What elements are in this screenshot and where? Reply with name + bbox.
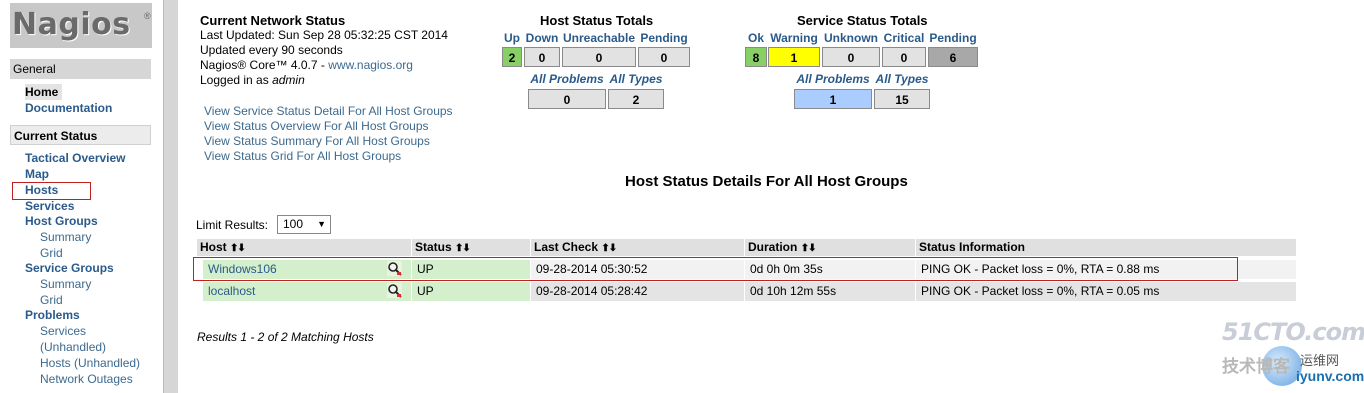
sidebar-item-host-groups-summary[interactable]: Summary <box>40 229 91 245</box>
sort-arrows-icon[interactable]: ⬆⬇ <box>801 243 817 254</box>
search-services-icon[interactable] <box>387 283 402 298</box>
host-status-details-title: Host Status Details For All Host Groups <box>625 173 908 190</box>
nagios-logo[interactable]: Nagios ® <box>10 3 152 48</box>
service-header-critical[interactable]: Critical <box>882 31 926 45</box>
host-pending-count[interactable]: 0 <box>638 47 690 67</box>
column-header-status[interactable]: Status ⬆⬇ <box>412 239 530 256</box>
host-all-types-header[interactable]: All Types <box>608 72 664 86</box>
sidebar-item-tactical-overview[interactable]: Tactical Overview <box>25 150 126 166</box>
update-interval-text: Updated every 90 seconds <box>200 43 343 57</box>
host-header-pending[interactable]: Pending <box>638 31 690 45</box>
view-status-grid-link[interactable]: View Status Grid For All Host Groups <box>204 149 401 164</box>
dropdown-arrow-icon: ▼ <box>317 219 326 229</box>
sidebar-item-map[interactable]: Map <box>25 166 49 182</box>
sidebar-item-service-groups[interactable]: Service Groups <box>25 260 114 276</box>
host-all-types-count[interactable]: 2 <box>608 89 664 109</box>
sort-arrows-icon[interactable]: ⬆⬇ <box>230 243 246 254</box>
table-row-duration-cell: 0d 10h 12m 55s <box>745 282 915 301</box>
host-all-problems-count[interactable]: 0 <box>528 89 606 109</box>
service-warning-count[interactable]: 1 <box>768 47 820 67</box>
host-link[interactable]: localhost <box>208 284 255 298</box>
service-all-types-header[interactable]: All Types <box>874 72 930 86</box>
table-row-host-cell: localhost <box>203 282 411 301</box>
service-all-problems-count[interactable]: 1 <box>794 89 872 109</box>
service-critical-count[interactable]: 0 <box>882 47 926 67</box>
sidebar-item-services[interactable]: Services <box>25 198 74 214</box>
logo-registered: ® <box>144 11 151 21</box>
watermark-yunwei: 运维网 <box>1300 353 1340 368</box>
column-header-status-information: Status Information <box>916 239 1296 256</box>
limit-results-label: Limit Results: <box>196 218 269 232</box>
host-unreachable-count[interactable]: 0 <box>562 47 636 67</box>
current-network-status-title: Current Network Status <box>200 13 346 28</box>
limit-results-select[interactable]: 100 ▼ <box>277 215 331 234</box>
column-header-status-label: Status <box>415 240 452 254</box>
host-header-up[interactable]: Up <box>502 31 522 45</box>
view-status-summary-link[interactable]: View Status Summary For All Host Groups <box>204 134 430 149</box>
column-header-status-information-label: Status Information <box>919 240 1026 254</box>
sidebar-item-problem-services[interactable]: Services <box>40 323 86 339</box>
table-row-status-cell: UP <box>412 282 530 301</box>
nagios-website-link[interactable]: www.nagios.org <box>328 58 413 72</box>
watermark-51cto: 51CTO.com <box>1222 318 1364 346</box>
last-updated-text: Last Updated: Sun Sep 28 05:32:25 CST 20… <box>200 28 448 42</box>
results-count-text: Results 1 - 2 of 2 Matching Hosts <box>197 330 374 344</box>
watermark-iyunv: iyunv.com <box>1296 368 1364 384</box>
host-header-unreachable[interactable]: Unreachable <box>562 31 636 45</box>
sidebar: Nagios ® General Home Documentation Curr… <box>0 0 160 393</box>
sidebar-item-documentation[interactable]: Documentation <box>25 100 112 116</box>
service-all-types-count[interactable]: 15 <box>874 89 930 109</box>
row-highlight-box <box>193 257 1238 281</box>
logged-in-text: Logged in as <box>200 73 273 87</box>
sidebar-item-service-groups-grid[interactable]: Grid <box>40 292 63 308</box>
core-version-text: Nagios® Core™ 4.0.7 - <box>200 58 329 72</box>
sort-arrows-icon[interactable]: ⬆⬇ <box>601 243 617 254</box>
column-header-duration[interactable]: Duration ⬆⬇ <box>745 239 915 256</box>
core-version-line: Nagios® Core™ 4.0.7 - www.nagios.org <box>200 58 413 73</box>
service-status-totals-title: Service Status Totals <box>797 13 928 28</box>
sidebar-item-problems[interactable]: Problems <box>25 307 80 323</box>
logo-text: Nagios <box>12 7 131 42</box>
logged-in-line: Logged in as admin <box>200 73 305 88</box>
sort-arrows-icon[interactable]: ⬆⬇ <box>455 243 471 254</box>
view-service-status-detail-link[interactable]: View Service Status Detail For All Host … <box>204 104 453 119</box>
column-header-last-check-label: Last Check <box>534 240 599 254</box>
service-header-ok[interactable]: Ok <box>745 31 767 45</box>
sidebar-item-network-outages[interactable]: Network Outages <box>40 371 133 387</box>
service-header-unknown[interactable]: Unknown <box>822 31 880 45</box>
host-status-totals-title: Host Status Totals <box>540 13 654 28</box>
sidebar-item-host-groups[interactable]: Host Groups <box>25 213 98 229</box>
sidebar-item-problem-services-unhandled[interactable]: (Unhandled) <box>40 339 106 355</box>
host-header-down[interactable]: Down <box>524 31 560 45</box>
sidebar-item-home[interactable]: Home <box>25 84 63 100</box>
column-header-last-check[interactable]: Last Check ⬆⬇ <box>531 239 744 256</box>
service-header-pending[interactable]: Pending <box>928 31 978 45</box>
column-header-host[interactable]: Host ⬆⬇ <box>197 239 411 256</box>
host-down-count[interactable]: 0 <box>524 47 560 67</box>
general-heading: General <box>10 59 151 79</box>
view-status-overview-link[interactable]: View Status Overview For All Host Groups <box>204 119 429 134</box>
service-pending-count[interactable]: 6 <box>928 47 978 67</box>
service-all-problems-header[interactable]: All Problems <box>794 72 872 86</box>
sidebar-scrollbar[interactable] <box>163 0 178 393</box>
service-ok-count[interactable]: 8 <box>745 47 767 67</box>
column-header-duration-label: Duration <box>748 240 798 254</box>
table-row-status-info-cell: PING OK - Packet loss = 0%, RTA = 0.05 m… <box>916 282 1296 301</box>
username: admin <box>272 73 305 87</box>
host-up-count[interactable]: 2 <box>502 47 522 67</box>
sidebar-item-service-groups-summary[interactable]: Summary <box>40 276 91 292</box>
sidebar-item-problem-hosts-unhandled[interactable]: Hosts (Unhandled) <box>40 355 140 371</box>
current-status-heading: Current Status <box>10 125 151 145</box>
service-unknown-count[interactable]: 0 <box>822 47 880 67</box>
table-row-last-check-cell: 09-28-2014 05:28:42 <box>531 282 744 301</box>
limit-results-value: 100 <box>283 217 304 231</box>
host-all-problems-header[interactable]: All Problems <box>528 72 606 86</box>
watermark-tech-blog: 技术博客 <box>1222 357 1290 376</box>
column-header-host-label: Host <box>200 240 227 254</box>
service-header-warning[interactable]: Warning <box>768 31 820 45</box>
sidebar-item-host-groups-grid[interactable]: Grid <box>40 245 63 261</box>
